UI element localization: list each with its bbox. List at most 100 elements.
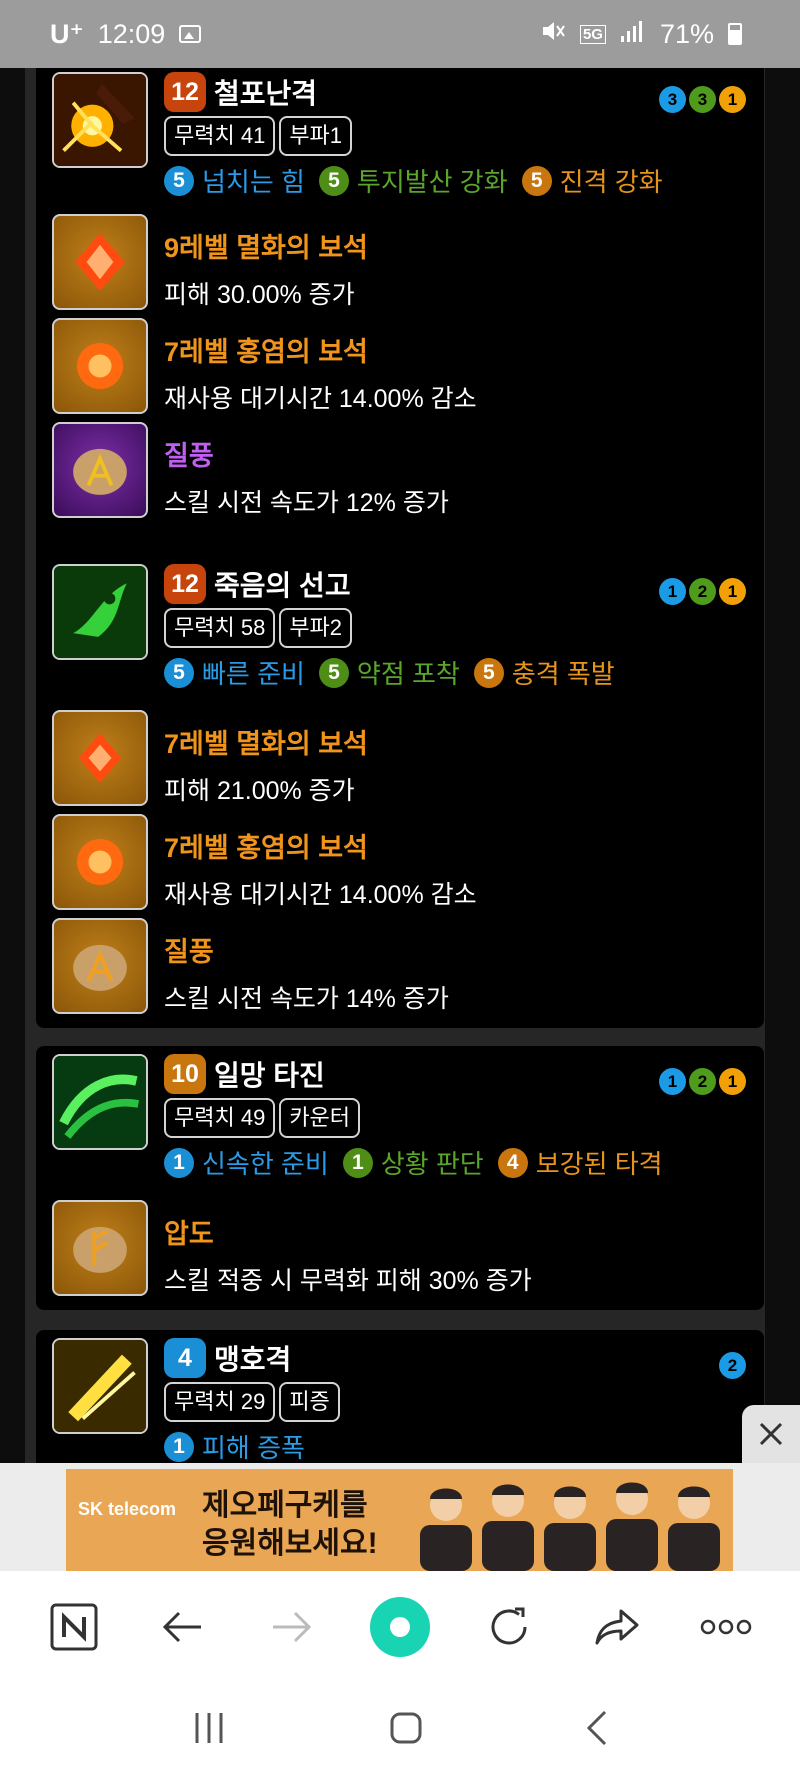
carrier-label: U⁺ — [50, 18, 84, 49]
gem-title: 9레벨 멸화의 보석 — [164, 233, 368, 263]
skill-row[interactable] — [52, 72, 148, 168]
battery-icon — [728, 23, 742, 45]
ad-logo: SK telecom — [78, 1499, 177, 1519]
more-icon[interactable] — [694, 1595, 758, 1659]
home-icon[interactable] — [389, 1711, 423, 1750]
rune-row[interactable]: 질풍 스킬 시전 속도가 12% 증가 — [52, 422, 449, 518]
skill-card: 12 죽음의 선고 무력치 58 부파2 5 빠른 준비 5 약점 포착 5 충격 폭… — [36, 556, 764, 1028]
recent-apps-icon[interactable] — [191, 1711, 227, 1750]
rune-title: 질풍 — [164, 937, 214, 967]
gem-desc: 재사용 대기시간 14.00% 감소 — [164, 385, 477, 413]
skill-level-badge: 10 — [164, 1054, 206, 1094]
ad-players-image — [420, 1482, 720, 1571]
status-bar: U⁺ 12:09 5G 71% — [0, 0, 800, 68]
ad-line2: 응원해보세요! — [202, 1527, 378, 1560]
rune-title: 질풍 — [164, 441, 214, 471]
rune-icon — [52, 1200, 148, 1296]
battery-percent: 71% — [659, 18, 714, 49]
gem-icon — [52, 214, 148, 310]
stagger-tag: 무력치 29 — [164, 1382, 276, 1422]
ad-line1: 제오페구케를 — [202, 1489, 368, 1522]
gem-row[interactable]: 7레벨 홍염의 보석 재사용 대기시간 14.00% 감소 — [52, 814, 477, 910]
rune-desc: 스킬 시전 속도가 12% 증가 — [164, 489, 449, 517]
skill-card: 4 맹호격 무력치 29 피증 1 피해 증폭 2 — [36, 1330, 764, 1463]
ad-container: SK telecom 제오페구케를 응원해보세요! — [0, 1463, 800, 1571]
green-dot-icon[interactable] — [368, 1595, 432, 1659]
rune-icon — [52, 918, 148, 1014]
gem-row[interactable]: 7레벨 멸화의 보석 피해 21.00% 증가 — [52, 710, 368, 806]
ad-close-button[interactable] — [742, 1405, 800, 1463]
rune-desc: 스킬 시전 속도가 14% 증가 — [164, 985, 449, 1013]
tripod-item: 5 충격 폭발 — [473, 654, 615, 691]
skill-icon — [52, 72, 148, 168]
ad-text: 제오페구케를 응원해보세요! — [202, 1487, 378, 1563]
system-nav-bar — [0, 1683, 800, 1778]
tripod-item: 1 신속한 준비 — [164, 1144, 329, 1181]
tripod-item: 5 약점 포착 — [318, 654, 460, 691]
skill-level-badge: 12 — [164, 564, 206, 604]
rune-row[interactable]: 압도 스킬 적중 시 무력화 피해 30% 증가 — [52, 1200, 532, 1296]
tripod-dots: 1 2 1 — [659, 578, 746, 605]
share-icon[interactable] — [585, 1595, 649, 1659]
ad-banner[interactable]: SK telecom 제오페구케를 응원해보세요! — [66, 1469, 733, 1571]
rune-title: 압도 — [164, 1219, 214, 1249]
skill-row[interactable] — [52, 564, 148, 660]
clock: 12:09 — [97, 18, 166, 49]
image-notification-icon — [179, 25, 202, 43]
gem-title: 7레벨 멸화의 보석 — [164, 729, 368, 759]
gem-row[interactable]: 7레벨 홍염의 보석 재사용 대기시간 14.00% 감소 — [52, 318, 477, 414]
gem-title: 7레벨 홍염의 보석 — [164, 833, 368, 863]
skill-info: 4 맹호격 무력치 29 피증 1 피해 증폭 — [164, 1338, 764, 1463]
skill-icon — [52, 1054, 148, 1150]
tripod-item: 1 피해 증폭 — [164, 1428, 305, 1463]
signal-icon — [620, 19, 646, 50]
skill-name: 맹호격 — [214, 1344, 292, 1375]
skill-icon — [52, 564, 148, 660]
system-back-icon[interactable] — [585, 1710, 609, 1751]
tripod-dots: 2 — [719, 1352, 746, 1379]
skill-row[interactable] — [52, 1338, 148, 1434]
tripod-dots: 3 3 1 — [659, 86, 746, 113]
tripod-item: 5 투지발산 강화 — [318, 162, 508, 199]
reload-icon[interactable] — [477, 1595, 541, 1659]
gem-icon — [52, 318, 148, 414]
stagger-tag: 무력치 49 — [164, 1098, 276, 1138]
skill-level-badge: 12 — [164, 72, 206, 112]
stagger-tag: 무력치 41 — [164, 116, 276, 156]
tripod-item: 5 진격 강화 — [521, 162, 663, 199]
gem-title: 7레벨 홍염의 보석 — [164, 337, 368, 367]
gem-icon — [52, 814, 148, 910]
skill-list[interactable]: 12 철포난격 무력치 41 부파1 5 넘치는 힘 5 투지발산 강화 5 진격 강… — [0, 68, 800, 1463]
counter-tag: 카운터 — [279, 1098, 361, 1138]
skill-card: 12 철포난격 무력치 41 부파1 5 넘치는 힘 5 투지발산 강화 5 진격 강… — [36, 68, 764, 606]
damage-tag: 피증 — [279, 1382, 340, 1422]
gem-desc: 피해 21.00% 증가 — [164, 777, 355, 805]
skill-name: 철포난격 — [214, 78, 318, 109]
tripod-item: 1 상황 판단 — [342, 1144, 484, 1181]
rune-desc: 스킬 적중 시 무력화 피해 30% 증가 — [164, 1267, 532, 1295]
back-icon[interactable] — [151, 1595, 215, 1659]
gem-desc: 재사용 대기시간 14.00% 감소 — [164, 881, 477, 909]
rune-row[interactable]: 질풍 스킬 시전 속도가 14% 증가 — [52, 918, 449, 1014]
forward-icon[interactable] — [259, 1595, 323, 1659]
gem-desc: 피해 30.00% 증가 — [164, 281, 355, 309]
naver-home-icon[interactable] — [42, 1595, 106, 1659]
skill-level-badge: 4 — [164, 1338, 206, 1378]
tripod-item: 4 보강된 타격 — [497, 1144, 663, 1181]
rune-icon — [52, 422, 148, 518]
network-label: 5G — [579, 24, 606, 44]
stagger-tag: 무력치 58 — [164, 608, 276, 648]
destruction-tag: 부파1 — [279, 116, 353, 156]
tripod-item: 5 빠른 준비 — [164, 654, 305, 691]
skill-icon — [52, 1338, 148, 1434]
gem-icon — [52, 710, 148, 806]
browser-toolbar — [0, 1571, 800, 1683]
tripod-item: 5 넘치는 힘 — [164, 162, 305, 199]
mute-icon — [540, 18, 566, 51]
skill-name: 죽음의 선고 — [214, 570, 351, 601]
skill-row[interactable] — [52, 1054, 148, 1150]
skill-card: 10 일망 타진 무력치 49 카운터 1 신속한 준비 1 상황 판단 4 보강된 … — [36, 1046, 764, 1310]
gem-row[interactable]: 9레벨 멸화의 보석 피해 30.00% 증가 — [52, 214, 368, 310]
destruction-tag: 부파2 — [279, 608, 353, 648]
tripod-dots: 1 2 1 — [659, 1068, 746, 1095]
